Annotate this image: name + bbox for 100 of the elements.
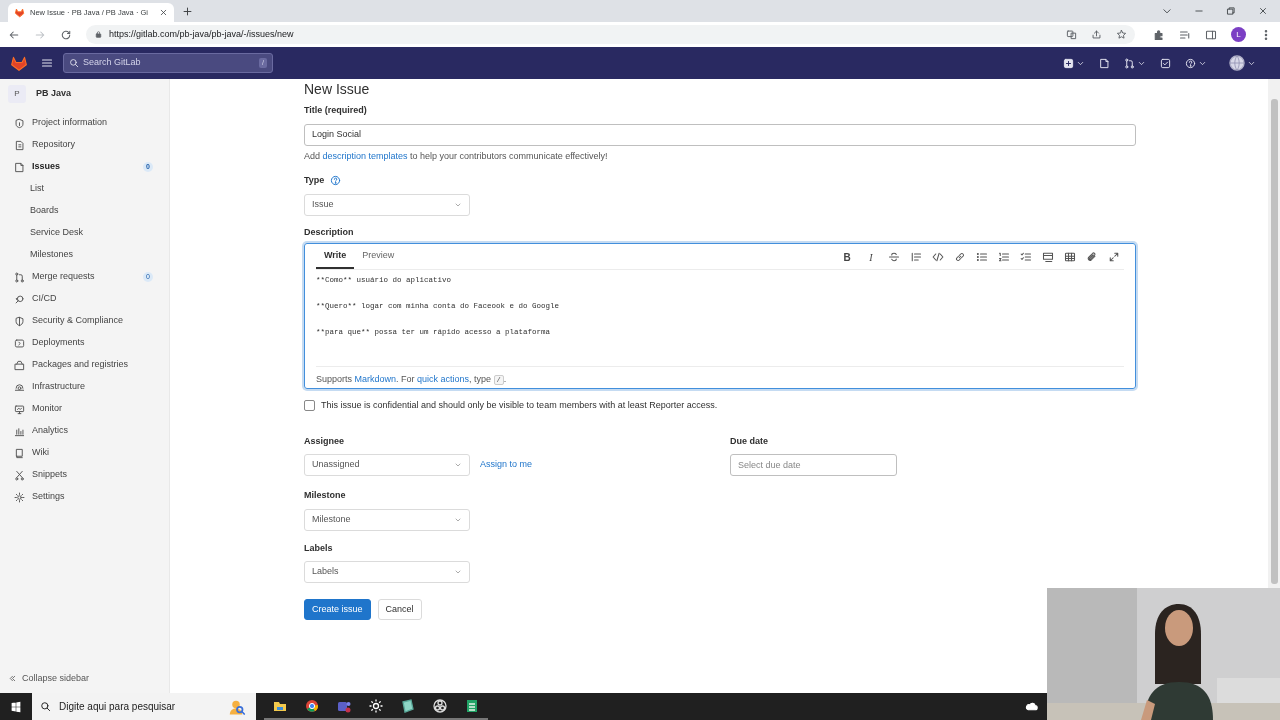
date-field[interactable]: Select due date bbox=[730, 454, 897, 476]
field-label: Assignee bbox=[304, 434, 346, 448]
fullscreen-icon[interactable] bbox=[1108, 251, 1120, 263]
sidebar-subitem[interactable]: Milestones bbox=[8, 244, 155, 266]
link-icon[interactable] bbox=[954, 251, 966, 263]
sidebar-item[interactable]: Monitor bbox=[8, 398, 155, 420]
strikethrough-icon[interactable] bbox=[888, 251, 900, 263]
reading-list-icon[interactable] bbox=[1179, 28, 1191, 41]
browser-icon bbox=[304, 697, 320, 714]
assign-to-me-link[interactable]: Assign to me bbox=[480, 458, 533, 472]
double-chevron-icon bbox=[8, 673, 17, 683]
snippet-icon bbox=[14, 469, 25, 481]
sidebar-subitem[interactable]: List bbox=[8, 178, 155, 200]
taskbar-search-field[interactable]: Digite aqui para pesquisar bbox=[32, 693, 256, 720]
sidebar-item[interactable]: Infrastructure bbox=[8, 376, 155, 398]
profile-avatar[interactable]: L bbox=[1231, 27, 1246, 42]
close-icon[interactable] bbox=[159, 8, 168, 17]
help-text: Add description templates to help your contributors communicate effectively! bbox=[304, 149, 609, 163]
italic-button[interactable]: I bbox=[864, 249, 878, 265]
spreadsheet-icon bbox=[464, 697, 480, 714]
close-icon[interactable] bbox=[1258, 6, 1268, 16]
create-issue-button[interactable]: Create issue bbox=[304, 599, 371, 620]
field-label: Type bbox=[304, 174, 325, 187]
reload-icon[interactable] bbox=[60, 28, 72, 41]
paperclip-icon[interactable] bbox=[1086, 251, 1098, 263]
merge-request-icon[interactable] bbox=[1124, 57, 1135, 69]
sidebar-item[interactable]: Repository bbox=[8, 134, 155, 156]
collapsible-icon[interactable] bbox=[1042, 251, 1054, 263]
user-avatar[interactable] bbox=[1229, 55, 1245, 71]
merge-icon bbox=[14, 271, 25, 283]
cancel-button[interactable]: Cancel bbox=[377, 599, 422, 620]
checkbox[interactable] bbox=[304, 400, 315, 412]
gear-icon bbox=[368, 697, 384, 714]
monitor-icon bbox=[14, 403, 25, 415]
numbered-list-icon[interactable] bbox=[998, 251, 1010, 263]
deploy-icon bbox=[14, 337, 25, 349]
field-label: Milestone bbox=[304, 489, 347, 502]
new-tab-icon[interactable] bbox=[182, 6, 193, 17]
code-icon[interactable] bbox=[932, 251, 944, 263]
title-input[interactable]: Login Social bbox=[304, 123, 1136, 146]
table-icon[interactable] bbox=[1064, 251, 1076, 263]
notes-icon bbox=[400, 697, 416, 714]
fox-logo-icon[interactable] bbox=[10, 54, 28, 72]
sidebar-item[interactable]: Wiki bbox=[8, 442, 155, 464]
scrollbar[interactable] bbox=[1268, 79, 1280, 588]
search-icon bbox=[69, 58, 79, 68]
task-list-icon[interactable] bbox=[1020, 251, 1032, 263]
search-placeholder: Digite aqui para pesquisar bbox=[59, 700, 177, 714]
repo-icon bbox=[14, 139, 25, 151]
search-placeholder: Search GitLab bbox=[83, 56, 142, 70]
wiki-icon bbox=[14, 447, 25, 459]
issues-icon[interactable] bbox=[1099, 57, 1110, 69]
menu-icon[interactable] bbox=[41, 57, 53, 69]
assignee-select[interactable]: Unassigned bbox=[304, 454, 470, 476]
tab-search-icon[interactable] bbox=[1162, 6, 1172, 16]
back-icon[interactable] bbox=[8, 28, 20, 41]
side-panel-icon[interactable] bbox=[1205, 28, 1217, 41]
sidebar-subitem[interactable]: Boards bbox=[8, 200, 155, 222]
page-heading: New Issue bbox=[304, 81, 370, 98]
lock-icon bbox=[94, 30, 103, 39]
help-icon[interactable] bbox=[330, 175, 342, 187]
new-menu-icon[interactable] bbox=[1063, 57, 1074, 69]
bullet-list-icon[interactable] bbox=[976, 251, 988, 263]
sidebar-item[interactable]: CI/CD bbox=[8, 288, 155, 310]
quote-icon[interactable] bbox=[910, 251, 922, 263]
sidebar-item[interactable]: Settings bbox=[8, 486, 155, 508]
collapse-sidebar-link[interactable]: Collapse sidebar bbox=[8, 671, 155, 685]
field-label: Labels bbox=[304, 541, 334, 555]
milestone-select[interactable]: Milestone bbox=[304, 508, 470, 531]
editor-tab[interactable]: Write bbox=[316, 249, 355, 269]
bold-button[interactable]: B bbox=[840, 249, 854, 265]
fox-logo-icon bbox=[14, 7, 25, 18]
sidebar-item[interactable]: Snippets bbox=[8, 464, 155, 486]
info-icon bbox=[14, 117, 25, 129]
cloud-icon[interactable] bbox=[1025, 700, 1038, 713]
todo-icon[interactable] bbox=[1160, 57, 1171, 69]
gear-icon bbox=[14, 491, 25, 503]
sidebar-item[interactable]: Packages and registries bbox=[8, 354, 155, 376]
share-icon[interactable] bbox=[1091, 29, 1102, 40]
sidebar-subitem[interactable]: Service Desk bbox=[8, 222, 155, 244]
type-select[interactable]: Issue bbox=[304, 193, 470, 216]
restore-icon[interactable] bbox=[1226, 6, 1236, 16]
extensions-icon[interactable] bbox=[1153, 28, 1165, 41]
sidebar-item[interactable]: Deployments bbox=[8, 332, 155, 354]
project-name[interactable]: PB Java bbox=[36, 87, 72, 101]
url-text: https://gitlab.com/pb-java/pb-java/-/issues/new bbox=[109, 27, 295, 41]
star-icon[interactable] bbox=[1116, 29, 1127, 40]
labels-select[interactable]: Labels bbox=[304, 561, 470, 583]
link[interactable]: description templates bbox=[322, 150, 408, 161]
sidebar-item[interactable]: Analytics bbox=[8, 420, 155, 442]
project-avatar[interactable]: P bbox=[8, 85, 26, 103]
editor-tab[interactable]: Preview bbox=[354, 249, 403, 269]
sidebar-item[interactable]: Security & Compliance bbox=[8, 310, 155, 332]
address-bar[interactable]: https://gitlab.com/pb-java/pb-java/-/issues/new bbox=[86, 25, 1135, 44]
sidebar-item[interactable]: Project information bbox=[8, 112, 155, 134]
infra-icon bbox=[14, 381, 25, 393]
issue-icon bbox=[14, 161, 25, 173]
recorder-icon bbox=[432, 697, 448, 714]
translate-icon[interactable] bbox=[1066, 29, 1077, 40]
search-icon bbox=[40, 701, 51, 712]
